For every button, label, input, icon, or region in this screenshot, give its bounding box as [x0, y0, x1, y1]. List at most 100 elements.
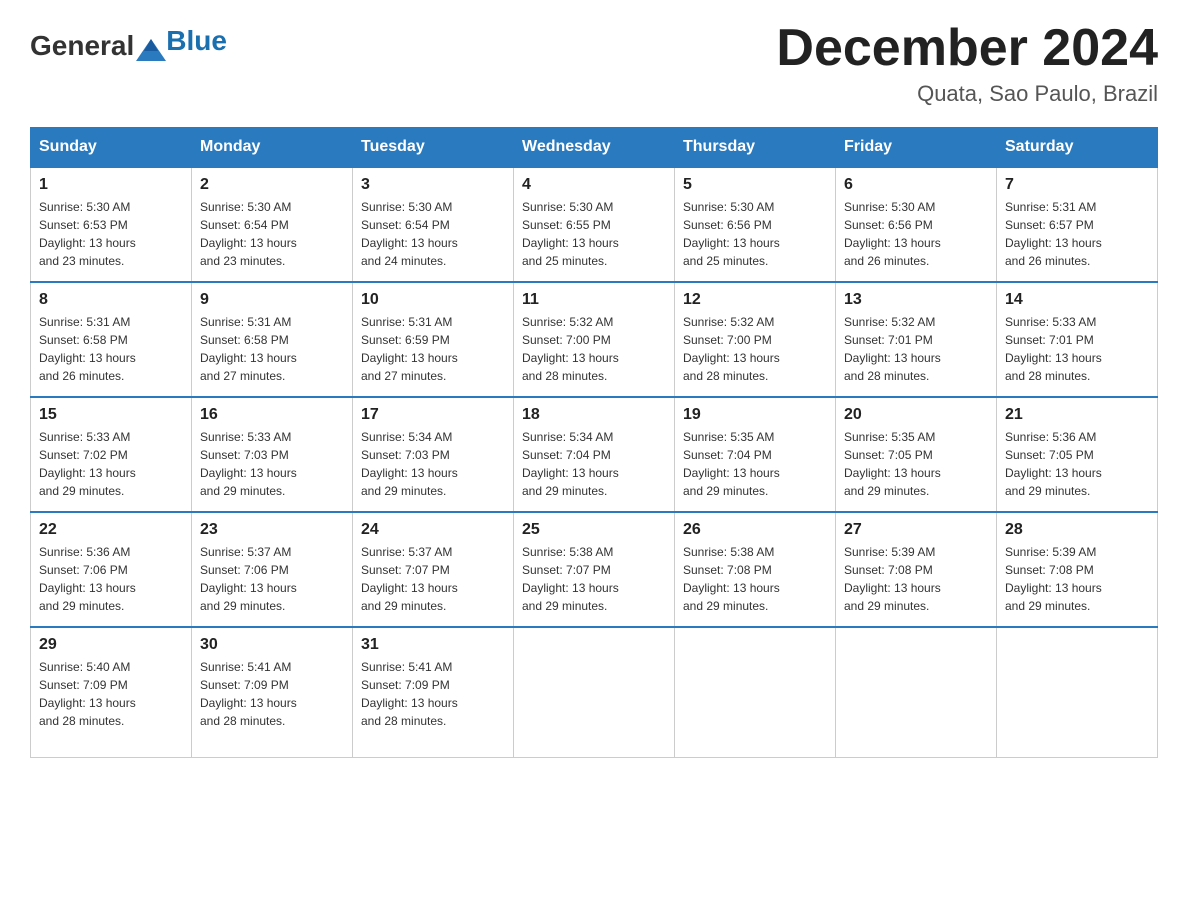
calendar-cell: 25 Sunrise: 5:38 AMSunset: 7:07 PMDaylig…: [514, 512, 675, 627]
calendar-cell: 28 Sunrise: 5:39 AMSunset: 7:08 PMDaylig…: [997, 512, 1158, 627]
day-number: 4: [522, 176, 666, 194]
calendar-cell: 17 Sunrise: 5:34 AMSunset: 7:03 PMDaylig…: [353, 397, 514, 512]
location-title: Quata, Sao Paulo, Brazil: [776, 81, 1158, 107]
day-header-tuesday: Tuesday: [353, 128, 514, 168]
day-number: 6: [844, 176, 988, 194]
day-info: Sunrise: 5:37 AMSunset: 7:07 PMDaylight:…: [361, 545, 458, 613]
day-number: 8: [39, 291, 183, 309]
calendar-cell: 22 Sunrise: 5:36 AMSunset: 7:06 PMDaylig…: [31, 512, 192, 627]
day-number: 29: [39, 636, 183, 654]
day-number: 2: [200, 176, 344, 194]
day-info: Sunrise: 5:38 AMSunset: 7:08 PMDaylight:…: [683, 545, 780, 613]
days-header-row: SundayMondayTuesdayWednesdayThursdayFrid…: [31, 128, 1158, 168]
day-number: 18: [522, 406, 666, 424]
day-info: Sunrise: 5:34 AMSunset: 7:03 PMDaylight:…: [361, 430, 458, 498]
day-header-thursday: Thursday: [675, 128, 836, 168]
day-info: Sunrise: 5:32 AMSunset: 7:00 PMDaylight:…: [683, 315, 780, 383]
calendar-cell: 2 Sunrise: 5:30 AMSunset: 6:54 PMDayligh…: [192, 167, 353, 282]
calendar-cell: 21 Sunrise: 5:36 AMSunset: 7:05 PMDaylig…: [997, 397, 1158, 512]
day-info: Sunrise: 5:30 AMSunset: 6:54 PMDaylight:…: [361, 200, 458, 268]
calendar-cell: 9 Sunrise: 5:31 AMSunset: 6:58 PMDayligh…: [192, 282, 353, 397]
day-info: Sunrise: 5:40 AMSunset: 7:09 PMDaylight:…: [39, 660, 136, 728]
day-header-saturday: Saturday: [997, 128, 1158, 168]
day-info: Sunrise: 5:37 AMSunset: 7:06 PMDaylight:…: [200, 545, 297, 613]
calendar-cell: 20 Sunrise: 5:35 AMSunset: 7:05 PMDaylig…: [836, 397, 997, 512]
day-number: 15: [39, 406, 183, 424]
day-header-friday: Friday: [836, 128, 997, 168]
day-info: Sunrise: 5:33 AMSunset: 7:02 PMDaylight:…: [39, 430, 136, 498]
day-info: Sunrise: 5:32 AMSunset: 7:00 PMDaylight:…: [522, 315, 619, 383]
day-number: 11: [522, 291, 666, 309]
calendar-cell: 14 Sunrise: 5:33 AMSunset: 7:01 PMDaylig…: [997, 282, 1158, 397]
week-row-3: 15 Sunrise: 5:33 AMSunset: 7:02 PMDaylig…: [31, 397, 1158, 512]
calendar-cell: 8 Sunrise: 5:31 AMSunset: 6:58 PMDayligh…: [31, 282, 192, 397]
calendar-cell: 13 Sunrise: 5:32 AMSunset: 7:01 PMDaylig…: [836, 282, 997, 397]
calendar-cell: 1 Sunrise: 5:30 AMSunset: 6:53 PMDayligh…: [31, 167, 192, 282]
day-info: Sunrise: 5:39 AMSunset: 7:08 PMDaylight:…: [844, 545, 941, 613]
day-number: 14: [1005, 291, 1149, 309]
day-number: 19: [683, 406, 827, 424]
day-info: Sunrise: 5:32 AMSunset: 7:01 PMDaylight:…: [844, 315, 941, 383]
day-number: 10: [361, 291, 505, 309]
day-info: Sunrise: 5:36 AMSunset: 7:05 PMDaylight:…: [1005, 430, 1102, 498]
calendar-cell: 18 Sunrise: 5:34 AMSunset: 7:04 PMDaylig…: [514, 397, 675, 512]
day-number: 20: [844, 406, 988, 424]
calendar-cell: 5 Sunrise: 5:30 AMSunset: 6:56 PMDayligh…: [675, 167, 836, 282]
day-info: Sunrise: 5:41 AMSunset: 7:09 PMDaylight:…: [200, 660, 297, 728]
day-number: 27: [844, 521, 988, 539]
week-row-1: 1 Sunrise: 5:30 AMSunset: 6:53 PMDayligh…: [31, 167, 1158, 282]
day-info: Sunrise: 5:31 AMSunset: 6:58 PMDaylight:…: [200, 315, 297, 383]
day-info: Sunrise: 5:30 AMSunset: 6:53 PMDaylight:…: [39, 200, 136, 268]
day-number: 17: [361, 406, 505, 424]
day-info: Sunrise: 5:31 AMSunset: 6:58 PMDaylight:…: [39, 315, 136, 383]
day-info: Sunrise: 5:31 AMSunset: 6:59 PMDaylight:…: [361, 315, 458, 383]
calendar-cell: 15 Sunrise: 5:33 AMSunset: 7:02 PMDaylig…: [31, 397, 192, 512]
day-info: Sunrise: 5:34 AMSunset: 7:04 PMDaylight:…: [522, 430, 619, 498]
calendar-cell: 3 Sunrise: 5:30 AMSunset: 6:54 PMDayligh…: [353, 167, 514, 282]
week-row-2: 8 Sunrise: 5:31 AMSunset: 6:58 PMDayligh…: [31, 282, 1158, 397]
day-number: 21: [1005, 406, 1149, 424]
day-info: Sunrise: 5:39 AMSunset: 7:08 PMDaylight:…: [1005, 545, 1102, 613]
day-number: 5: [683, 176, 827, 194]
day-header-monday: Monday: [192, 128, 353, 168]
calendar-cell: 7 Sunrise: 5:31 AMSunset: 6:57 PMDayligh…: [997, 167, 1158, 282]
calendar-cell: 24 Sunrise: 5:37 AMSunset: 7:07 PMDaylig…: [353, 512, 514, 627]
calendar-cell: 12 Sunrise: 5:32 AMSunset: 7:00 PMDaylig…: [675, 282, 836, 397]
day-number: 28: [1005, 521, 1149, 539]
day-info: Sunrise: 5:30 AMSunset: 6:54 PMDaylight:…: [200, 200, 297, 268]
calendar-cell: [675, 627, 836, 757]
logo: General Blue: [30, 30, 227, 62]
day-number: 1: [39, 176, 183, 194]
calendar-cell: 16 Sunrise: 5:33 AMSunset: 7:03 PMDaylig…: [192, 397, 353, 512]
title-area: December 2024 Quata, Sao Paulo, Brazil: [776, 20, 1158, 107]
day-number: 22: [39, 521, 183, 539]
day-number: 7: [1005, 176, 1149, 194]
day-info: Sunrise: 5:33 AMSunset: 7:01 PMDaylight:…: [1005, 315, 1102, 383]
day-number: 26: [683, 521, 827, 539]
calendar-cell: 29 Sunrise: 5:40 AMSunset: 7:09 PMDaylig…: [31, 627, 192, 757]
day-header-wednesday: Wednesday: [514, 128, 675, 168]
day-number: 13: [844, 291, 988, 309]
calendar-cell: [997, 627, 1158, 757]
day-info: Sunrise: 5:31 AMSunset: 6:57 PMDaylight:…: [1005, 200, 1102, 268]
day-info: Sunrise: 5:36 AMSunset: 7:06 PMDaylight:…: [39, 545, 136, 613]
calendar-cell: 30 Sunrise: 5:41 AMSunset: 7:09 PMDaylig…: [192, 627, 353, 757]
day-info: Sunrise: 5:30 AMSunset: 6:56 PMDaylight:…: [844, 200, 941, 268]
day-number: 9: [200, 291, 344, 309]
calendar-cell: 26 Sunrise: 5:38 AMSunset: 7:08 PMDaylig…: [675, 512, 836, 627]
day-info: Sunrise: 5:41 AMSunset: 7:09 PMDaylight:…: [361, 660, 458, 728]
day-info: Sunrise: 5:33 AMSunset: 7:03 PMDaylight:…: [200, 430, 297, 498]
day-number: 16: [200, 406, 344, 424]
week-row-5: 29 Sunrise: 5:40 AMSunset: 7:09 PMDaylig…: [31, 627, 1158, 757]
day-info: Sunrise: 5:35 AMSunset: 7:04 PMDaylight:…: [683, 430, 780, 498]
day-info: Sunrise: 5:30 AMSunset: 6:56 PMDaylight:…: [683, 200, 780, 268]
logo-blue-text: Blue: [166, 25, 227, 57]
day-number: 23: [200, 521, 344, 539]
logo-general-text: General: [30, 30, 134, 62]
calendar-table: SundayMondayTuesdayWednesdayThursdayFrid…: [30, 127, 1158, 758]
calendar-cell: 23 Sunrise: 5:37 AMSunset: 7:06 PMDaylig…: [192, 512, 353, 627]
calendar-cell: [836, 627, 997, 757]
calendar-cell: 6 Sunrise: 5:30 AMSunset: 6:56 PMDayligh…: [836, 167, 997, 282]
day-number: 3: [361, 176, 505, 194]
calendar-cell: 19 Sunrise: 5:35 AMSunset: 7:04 PMDaylig…: [675, 397, 836, 512]
